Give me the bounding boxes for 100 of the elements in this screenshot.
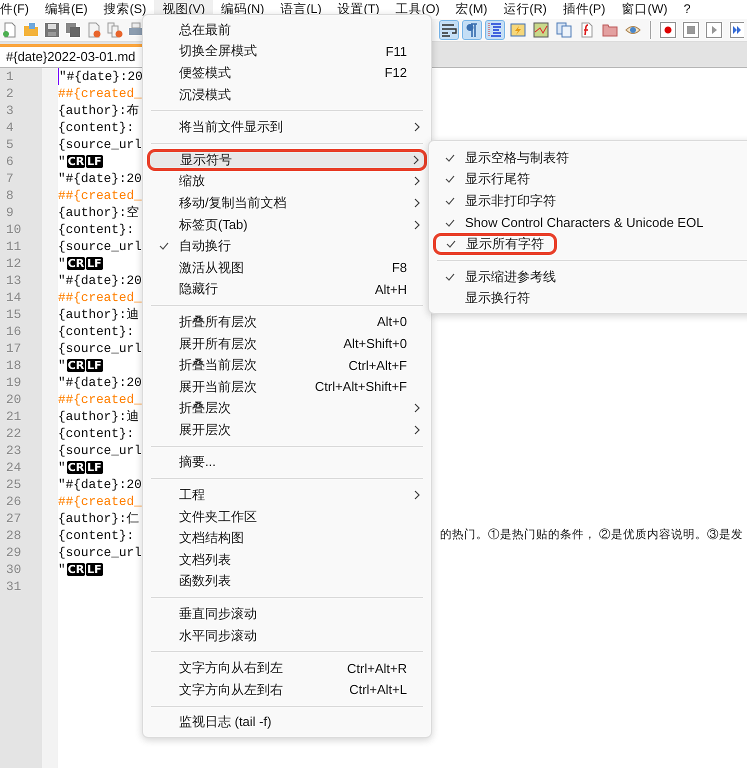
- line-number: 7: [5, 170, 14, 187]
- menu-item[interactable]: 展开层次: [147, 419, 427, 441]
- menu-bar-item[interactable]: 窗口(W): [613, 0, 676, 19]
- code-text: ": [58, 153, 66, 170]
- menu-bar-item[interactable]: ?: [676, 0, 699, 19]
- menu-item[interactable]: 显示非打印字符: [433, 190, 733, 212]
- menu-item[interactable]: 文字方向从左到右 Ctrl+Alt+L: [147, 679, 427, 701]
- menu-item[interactable]: 文档结构图: [147, 527, 427, 550]
- menu-item[interactable]: 显示空格与制表符: [433, 147, 733, 169]
- line-number: 23: [5, 442, 22, 459]
- code-text: {source_url: [58, 340, 142, 357]
- line-number: 30: [5, 561, 22, 578]
- menu-item[interactable]: 显示行尾符: [433, 168, 733, 190]
- menu-item[interactable]: Show Control Characters & Unicode EOL: [433, 212, 733, 234]
- code-text: {content}:: [58, 119, 134, 136]
- menu-bar-item[interactable]: 运行(R): [495, 0, 555, 19]
- menu-item[interactable]: 摘要...: [147, 452, 427, 474]
- menu-item[interactable]: 折叠层次: [147, 398, 427, 420]
- code-text: "#{date}:20: [58, 272, 142, 289]
- line-number: 27: [5, 510, 22, 527]
- line-number: 15: [5, 306, 22, 323]
- code-text: ##{created_: [58, 391, 142, 408]
- line-number: 22: [5, 425, 22, 442]
- menu-item[interactable]: 文件夹工作区: [147, 506, 427, 528]
- menu-item[interactable]: 隐藏行 Alt+H: [147, 278, 427, 300]
- menu-item[interactable]: 切换全屏模式 F11: [147, 40, 427, 62]
- code-text: {source_url: [58, 544, 142, 561]
- code-text: ##{created_: [58, 493, 142, 510]
- code-text: ": [58, 255, 66, 272]
- eol-marker: LF: [86, 461, 103, 474]
- line-number: 16: [5, 323, 22, 340]
- menu-item[interactable]: 显示所有字符: [433, 233, 557, 255]
- menu-item[interactable]: 工程: [147, 484, 427, 506]
- menu-item[interactable]: 折叠所有层次 Alt+0: [147, 311, 427, 333]
- line-number: 5: [5, 136, 14, 153]
- eol-marker: CR: [66, 359, 86, 372]
- line-number: 24: [5, 459, 22, 476]
- eol-marker: LF: [86, 563, 103, 576]
- menu-item[interactable]: 文档列表: [147, 549, 427, 571]
- code-text: {source_url: [58, 442, 142, 459]
- eol-marker: CR: [66, 155, 86, 168]
- menu-item[interactable]: 垂直同步滚动: [147, 603, 427, 625]
- code-text: 的热门。①是热门贴的条件， ②是优质内容说明。③是发: [440, 527, 744, 543]
- code-text: {author}:布: [58, 102, 140, 119]
- menu-bar-item[interactable]: 搜索(S): [96, 0, 154, 19]
- line-number: 21: [5, 408, 22, 425]
- code-text: ": [58, 561, 66, 578]
- eol-marker: LF: [86, 359, 103, 372]
- line-number: 28: [5, 527, 22, 544]
- line-number: 10: [5, 221, 22, 238]
- line-number: 14: [5, 289, 22, 306]
- menu-item[interactable]: 自动换行: [147, 235, 427, 257]
- menu-item[interactable]: 激活从视图 F8: [147, 256, 427, 279]
- code-text: {author}:仁: [58, 510, 140, 527]
- line-number: 19: [5, 374, 22, 391]
- line-number: 4: [5, 119, 14, 136]
- line-number: 11: [5, 238, 22, 255]
- code-text: ##{created_: [58, 85, 142, 102]
- menu-item[interactable]: 缩放: [147, 170, 427, 192]
- menu-item[interactable]: 监视日志 (tail -f): [147, 712, 427, 734]
- eol-marker: CR: [66, 257, 86, 270]
- line-number: 25: [5, 476, 22, 493]
- line-number: 12: [5, 255, 22, 272]
- line-number: 17: [5, 340, 22, 357]
- menu-item[interactable]: 标签页(Tab): [147, 214, 427, 236]
- code-text: {source_url: [58, 136, 142, 153]
- eol-marker: LF: [86, 257, 103, 270]
- menu-item[interactable]: 便签模式 F12: [147, 62, 427, 84]
- code-text: {author}:迪: [58, 408, 140, 425]
- code-text: {content}:: [58, 221, 134, 238]
- menu-bar-item[interactable]: 宏(M): [448, 0, 496, 19]
- menu-item[interactable]: 折叠当前层次 Ctrl+Alt+F: [147, 354, 427, 376]
- menu-item[interactable]: 显示换行符: [433, 288, 733, 310]
- code-text: ": [58, 357, 66, 374]
- eol-marker: CR: [66, 563, 86, 576]
- menu-bar-item[interactable]: 编辑(E): [36, 0, 96, 19]
- line-number: 26: [5, 493, 22, 510]
- menu-item[interactable]: 水平同步滚动: [147, 624, 427, 646]
- code-text: {source_url: [58, 238, 142, 255]
- menu-bar-item[interactable]: 件(F): [0, 0, 37, 19]
- code-text: ##{created_: [58, 187, 142, 204]
- code-text: {author}:空: [58, 204, 140, 221]
- line-number: 8: [5, 187, 14, 204]
- menu-item[interactable]: 将当前文件显示到: [147, 116, 427, 138]
- menu-item[interactable]: 函数列表: [147, 570, 427, 592]
- line-number: 31: [5, 578, 22, 595]
- code-text: {author}:迪: [58, 306, 140, 323]
- menu-item[interactable]: 展开所有层次 Alt+Shift+0: [147, 332, 427, 354]
- menu-item[interactable]: 文字方向从右到左 Ctrl+Alt+R: [147, 657, 427, 680]
- code-text: {content}:: [58, 425, 134, 442]
- menu-item[interactable]: 展开当前层次 Ctrl+Alt+Shift+F: [147, 376, 427, 398]
- menu-item[interactable]: 显示缩进参考线: [433, 266, 733, 288]
- menu-item[interactable]: 移动/复制当前文档: [147, 192, 427, 214]
- menu-bar-item[interactable]: 插件(P): [554, 0, 614, 19]
- line-number: 20: [5, 391, 22, 408]
- menu-item[interactable]: 显示符号: [147, 148, 427, 171]
- line-number: 18: [5, 357, 22, 374]
- menu-item[interactable]: 沉浸模式: [147, 84, 427, 106]
- code-text: ##{created_: [58, 289, 142, 306]
- code-text: "#{date}:20: [58, 476, 142, 493]
